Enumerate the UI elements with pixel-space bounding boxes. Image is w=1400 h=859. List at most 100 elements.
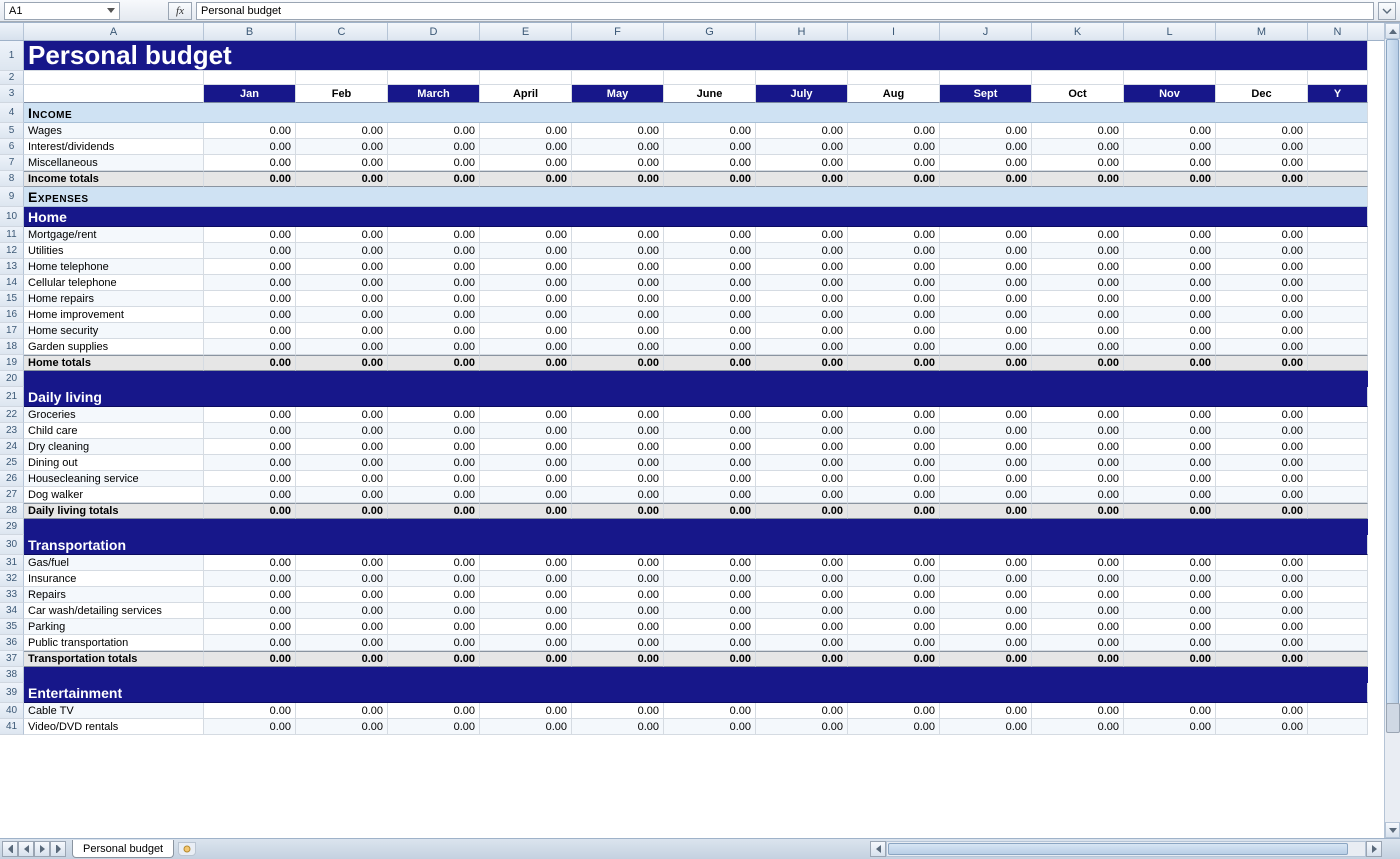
cell-label[interactable]: Interest/dividends bbox=[24, 139, 204, 155]
cell-value[interactable]: 0.00 bbox=[572, 171, 664, 187]
cell-value[interactable]: 0.00 bbox=[664, 243, 756, 259]
cell-value[interactable]: 0.00 bbox=[1216, 259, 1308, 275]
cell-value[interactable]: 0.00 bbox=[480, 259, 572, 275]
cell-value[interactable] bbox=[1308, 635, 1368, 651]
cell-value[interactable]: 0.00 bbox=[1124, 123, 1216, 139]
cell-value[interactable]: 0.00 bbox=[848, 587, 940, 603]
cell-value[interactable]: 0.00 bbox=[480, 243, 572, 259]
row-header[interactable]: 9 bbox=[0, 187, 24, 207]
cell-value[interactable]: 0.00 bbox=[1124, 307, 1216, 323]
month-header[interactable]: June bbox=[664, 85, 756, 103]
cell-label[interactable]: Transportation bbox=[24, 535, 1368, 555]
cell-label[interactable]: Garden supplies bbox=[24, 339, 204, 355]
cell-value[interactable]: 0.00 bbox=[1124, 407, 1216, 423]
hscroll-thumb[interactable] bbox=[888, 843, 1348, 855]
cell-label[interactable]: Home improvement bbox=[24, 307, 204, 323]
cell-value[interactable]: 0.00 bbox=[204, 171, 296, 187]
cell-value[interactable]: 0.00 bbox=[756, 719, 848, 735]
cell-value[interactable]: 0.00 bbox=[480, 155, 572, 171]
cell-value[interactable]: 0.00 bbox=[940, 139, 1032, 155]
column-header[interactable]: K bbox=[1032, 23, 1124, 40]
cell-value[interactable]: 0.00 bbox=[480, 455, 572, 471]
cell-value[interactable] bbox=[1308, 471, 1368, 487]
row-header[interactable]: 28 bbox=[0, 503, 24, 519]
cell-value[interactable]: 0.00 bbox=[480, 439, 572, 455]
cell-value[interactable]: 0.00 bbox=[1216, 291, 1308, 307]
cell-label[interactable]: Miscellaneous bbox=[24, 155, 204, 171]
formula-expand-button[interactable] bbox=[1378, 2, 1396, 20]
cell-value[interactable]: 0.00 bbox=[388, 307, 480, 323]
cell-value[interactable]: 0.00 bbox=[1032, 155, 1124, 171]
cell-value[interactable]: 0.00 bbox=[1032, 603, 1124, 619]
cell-value[interactable]: 0.00 bbox=[848, 243, 940, 259]
cell-label[interactable]: Entertainment bbox=[24, 683, 1368, 703]
month-header[interactable]: July bbox=[756, 85, 848, 103]
cell-value[interactable]: 0.00 bbox=[572, 555, 664, 571]
cell-value[interactable]: 0.00 bbox=[1124, 439, 1216, 455]
cell-value[interactable]: 0.00 bbox=[940, 635, 1032, 651]
cell-value[interactable]: 0.00 bbox=[664, 455, 756, 471]
cell-value[interactable]: 0.00 bbox=[1124, 503, 1216, 519]
cell-empty[interactable] bbox=[24, 85, 204, 103]
cell-value[interactable]: 0.00 bbox=[756, 323, 848, 339]
cell-value[interactable]: 0.00 bbox=[572, 139, 664, 155]
cell-value[interactable]: 0.00 bbox=[1032, 439, 1124, 455]
cell-value[interactable]: 0.00 bbox=[1124, 603, 1216, 619]
tab-last-button[interactable] bbox=[50, 841, 66, 857]
cell-value[interactable]: 0.00 bbox=[848, 423, 940, 439]
cell-value[interactable]: 0.00 bbox=[204, 571, 296, 587]
cell-value[interactable]: 0.00 bbox=[756, 123, 848, 139]
cell-value[interactable]: 0.00 bbox=[572, 275, 664, 291]
cell-value[interactable]: 0.00 bbox=[664, 423, 756, 439]
cell-value[interactable]: 0.00 bbox=[388, 471, 480, 487]
month-header[interactable]: Y bbox=[1308, 85, 1368, 103]
formula-input[interactable]: Personal budget bbox=[196, 2, 1374, 20]
cell-value[interactable]: 0.00 bbox=[756, 503, 848, 519]
cell-value[interactable] bbox=[1308, 243, 1368, 259]
cell-label[interactable]: Home security bbox=[24, 323, 204, 339]
cell-value[interactable]: 0.00 bbox=[204, 603, 296, 619]
cell-value[interactable]: 0.00 bbox=[756, 155, 848, 171]
cell-value[interactable]: 0.00 bbox=[664, 339, 756, 355]
cell-value[interactable]: 0.00 bbox=[1216, 587, 1308, 603]
cell-value[interactable]: 0.00 bbox=[204, 123, 296, 139]
cell-value[interactable]: 0.00 bbox=[940, 455, 1032, 471]
cell-value[interactable]: 0.00 bbox=[664, 587, 756, 603]
cell-value[interactable]: 0.00 bbox=[296, 227, 388, 243]
cell-value[interactable]: 0.00 bbox=[1216, 703, 1308, 719]
cell-value[interactable]: 0.00 bbox=[1124, 227, 1216, 243]
cell-value[interactable]: 0.00 bbox=[664, 503, 756, 519]
cell-value[interactable]: 0.00 bbox=[388, 555, 480, 571]
cell-value[interactable]: 0.00 bbox=[1032, 471, 1124, 487]
cell-value[interactable]: 0.00 bbox=[940, 651, 1032, 667]
cell-value[interactable]: 0.00 bbox=[296, 603, 388, 619]
cell-value[interactable]: 0.00 bbox=[572, 651, 664, 667]
cell-value[interactable]: 0.00 bbox=[664, 651, 756, 667]
cell-value[interactable]: 0.00 bbox=[848, 123, 940, 139]
cell-value[interactable]: 0.00 bbox=[1124, 423, 1216, 439]
cell-value[interactable]: 0.00 bbox=[664, 227, 756, 243]
cell-label[interactable]: Dining out bbox=[24, 455, 204, 471]
cell-label[interactable]: Home telephone bbox=[24, 259, 204, 275]
cell-value[interactable]: 0.00 bbox=[480, 275, 572, 291]
cell-value[interactable]: 0.00 bbox=[940, 227, 1032, 243]
cell-value[interactable]: 0.00 bbox=[296, 243, 388, 259]
cell-value[interactable]: 0.00 bbox=[1032, 243, 1124, 259]
cell-value[interactable]: 0.00 bbox=[848, 503, 940, 519]
cell-value[interactable]: 0.00 bbox=[296, 619, 388, 635]
cell-value[interactable]: 0.00 bbox=[664, 603, 756, 619]
cell-value[interactable]: 0.00 bbox=[848, 355, 940, 371]
cell-value[interactable]: 0.00 bbox=[296, 487, 388, 503]
select-all-corner[interactable] bbox=[0, 23, 24, 40]
cell-value[interactable]: 0.00 bbox=[1216, 503, 1308, 519]
cell-value[interactable]: 0.00 bbox=[1216, 275, 1308, 291]
cell-value[interactable]: 0.00 bbox=[572, 243, 664, 259]
name-box-dropdown-icon[interactable] bbox=[107, 8, 115, 13]
cell-value[interactable]: 0.00 bbox=[1032, 487, 1124, 503]
cell-label[interactable]: Dry cleaning bbox=[24, 439, 204, 455]
cell-value[interactable]: 0.00 bbox=[572, 635, 664, 651]
row-header[interactable]: 32 bbox=[0, 571, 24, 587]
cell-value[interactable]: 0.00 bbox=[848, 139, 940, 155]
cell-value[interactable]: 0.00 bbox=[388, 355, 480, 371]
cell-value[interactable]: 0.00 bbox=[572, 603, 664, 619]
